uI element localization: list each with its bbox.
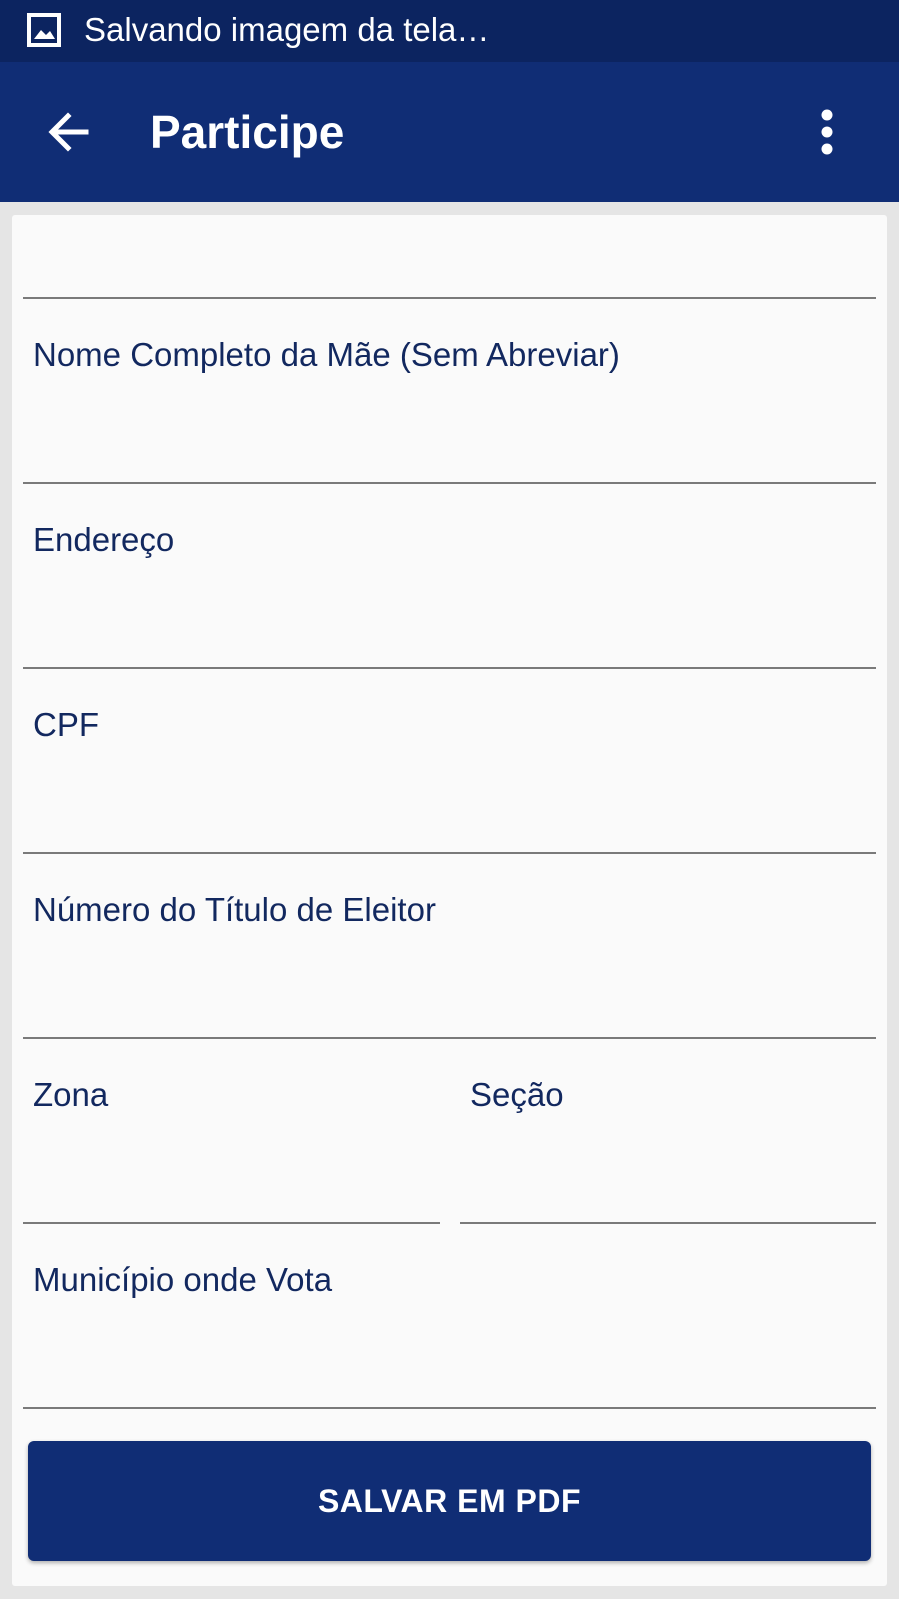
mother-name-label: Nome Completo da Mãe (Sem Abreviar) — [33, 336, 620, 373]
voter-id-label: Número do Título de Eleitor — [33, 891, 436, 928]
address-field[interactable]: Endereço — [23, 481, 876, 669]
voting-city-field[interactable]: Município onde Vota — [23, 1221, 876, 1409]
mother-name-field[interactable]: Nome Completo da Mãe (Sem Abreviar) — [23, 296, 876, 484]
section-field[interactable]: Seção — [460, 1036, 876, 1224]
status-notification-text: Salvando imagem da tela… — [84, 11, 490, 48]
field-underline — [23, 1407, 876, 1409]
cpf-field[interactable]: CPF — [23, 666, 876, 854]
voter-id-field[interactable]: Número do Título de Eleitor — [23, 851, 876, 1039]
save-pdf-button[interactable]: SALVAR EM PDF — [28, 1441, 871, 1561]
form-card: Nome Completo da Mãe (Sem Abreviar) Ende… — [12, 215, 887, 1586]
cpf-label: CPF — [33, 706, 99, 743]
zone-field[interactable]: Zona — [23, 1036, 440, 1224]
status-bar: Salvando imagem da tela… — [0, 0, 899, 62]
voting-city-label: Município onde Vota — [33, 1261, 333, 1298]
previous-field[interactable] — [23, 111, 876, 299]
section-label: Seção — [470, 1076, 564, 1113]
zone-label: Zona — [33, 1076, 109, 1113]
image-icon — [27, 13, 61, 47]
address-label: Endereço — [33, 521, 175, 558]
